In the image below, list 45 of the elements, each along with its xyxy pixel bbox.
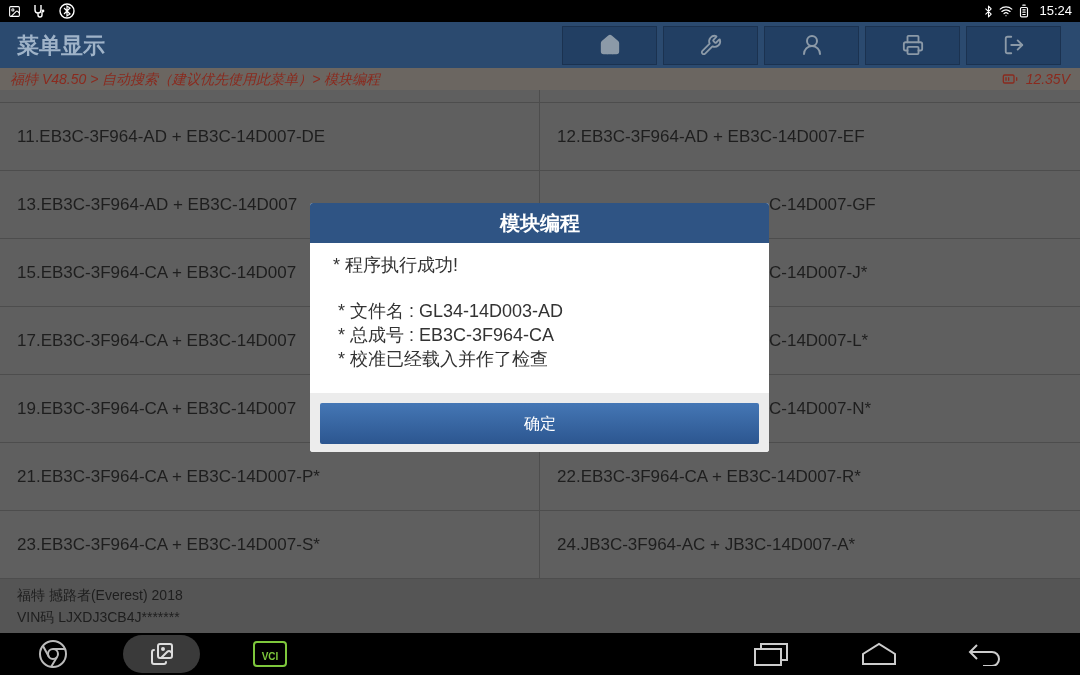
header-title: 菜单显示 [17,31,105,60]
back-icon[interactable] [967,642,1001,666]
dialog-title: 模块编程 [499,211,580,236]
dialog-message-line: * 校准已经载入并作了检查 [337,348,549,371]
menu-item[interactable]: 22.EB3C-3F964-CA + EB3C-14D007-R* [557,463,861,490]
battery-voltage-icon [1001,71,1018,87]
menu-item[interactable]: C-14D007-N* [769,395,872,422]
menu-item[interactable]: 15.EB3C-3F964-CA + EB3C-14D007 [17,259,297,286]
tools-button[interactable] [663,25,758,65]
browser-icon[interactable] [38,639,68,669]
voltage-reading: 12.35V [1025,69,1070,89]
breadcrumb: 福特 V48.50 > 自动搜索（建议优先使用此菜单）> 模块编程 [10,69,381,89]
wifi-icon [999,4,1014,18]
stethoscope-icon [33,4,47,18]
menu-item[interactable]: 24.JB3C-3F964-AC + JB3C-14D007-A* [557,531,856,558]
home-icon [598,34,621,56]
menu-item[interactable]: 13.EB3C-3F964-AD + EB3C-14D007 [17,191,298,218]
dialog-message-line: * 文件名 : GL34-14D003-AD [337,300,565,323]
image-icon [8,4,21,18]
exit-icon [1002,34,1025,56]
support-button[interactable] [764,25,859,65]
menu-item[interactable]: C-14D007-L* [769,327,869,354]
menu-item[interactable]: C-14D007-J* [769,259,868,286]
vci-button[interactable]: VCI [253,641,287,667]
menu-item[interactable]: 11.EB3C-3F964-AD + EB3C-14D007-DE [17,123,326,150]
gallery-icon [149,642,174,666]
dialog-message-line: * 程序执行成功! [333,254,459,277]
menu-item[interactable]: C-14D007-GF [769,191,876,218]
printer-icon [901,34,924,56]
dialog-message-line: * 总成号 : EB3C-3F964-CA [337,324,556,347]
home-nav-icon[interactable] [861,642,897,666]
clock-time: 15:24 [1039,2,1072,21]
recent-apps-icon[interactable] [753,641,789,667]
confirm-button[interactable]: 确定 [320,403,759,444]
exit-button[interactable] [966,25,1061,65]
gallery-button[interactable] [123,635,200,673]
menu-item[interactable]: 23.EB3C-3F964-CA + EB3C-14D007-S* [17,531,320,558]
bluetooth-circle-icon [59,3,75,19]
home-button[interactable] [562,25,657,65]
menu-item[interactable]: 21.EB3C-3F964-CA + EB3C-14D007-P* [17,463,320,490]
menu-item[interactable]: 12.EB3C-3F964-AD + EB3C-14D007-EF [557,123,865,150]
menu-item[interactable]: 17.EB3C-3F964-CA + EB3C-14D007 [17,327,297,354]
print-button[interactable] [865,25,960,65]
menu-item[interactable]: 19.EB3C-3F964-CA + EB3C-14D007 [17,395,297,422]
wrench-icon [699,34,722,56]
